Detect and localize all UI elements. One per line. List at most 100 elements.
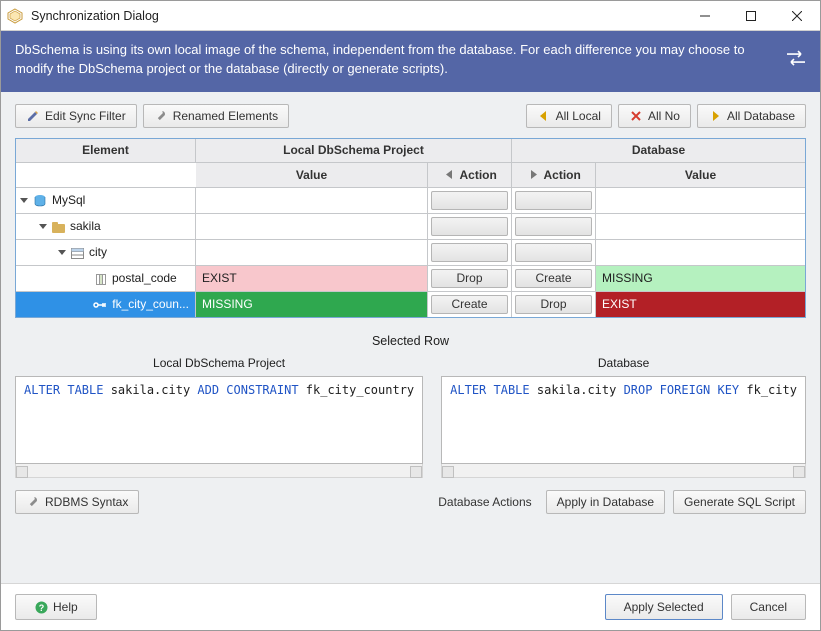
db-action-cell: Drop <box>512 291 596 317</box>
diff-grid: Element Local DbSchema Project Database … <box>15 138 806 318</box>
local-action-cell <box>428 239 512 265</box>
local-value-cell <box>196 187 428 213</box>
table-icon <box>71 245 84 259</box>
col-icon <box>96 271 107 285</box>
tree-label: city <box>89 245 107 259</box>
rdbms-syntax-button[interactable]: RDBMS Syntax <box>15 490 139 514</box>
generate-sql-script-button[interactable]: Generate SQL Script <box>673 490 806 514</box>
renamed-elements-button[interactable]: Renamed Elements <box>143 104 289 128</box>
create-local-button[interactable]: Create <box>431 295 508 314</box>
local-action-cell: Drop <box>428 265 512 291</box>
db-value-cell: EXIST <box>596 291 805 317</box>
chevron-right-icon <box>526 168 540 182</box>
db-icon <box>33 193 47 208</box>
pencil-icon <box>26 109 40 123</box>
create-db-button[interactable]: Create <box>515 269 592 288</box>
drop-local-button[interactable]: Drop <box>431 269 508 288</box>
tree-cell[interactable]: MySql <box>16 187 196 213</box>
local-sql-box[interactable]: ALTER TABLE sakila.city ADD CONSTRAINT f… <box>15 376 423 464</box>
col-db-action[interactable]: Action <box>512 163 596 187</box>
db-action-cell <box>512 213 596 239</box>
db-value-cell <box>596 239 805 265</box>
apply-in-database-button[interactable]: Apply in Database <box>546 490 665 514</box>
info-banner: DbSchema is using its own local image of… <box>1 31 820 92</box>
db-actions-label: Database Actions <box>438 495 531 509</box>
col-database[interactable]: Database <box>512 139 805 163</box>
help-button[interactable]: ? Help <box>15 594 97 620</box>
svg-text:?: ? <box>38 603 44 613</box>
tree-label: postal_code <box>112 271 177 285</box>
tree-cell[interactable]: sakila <box>16 213 196 239</box>
db-value-cell: MISSING <box>596 265 805 291</box>
window-title: Synchronization Dialog <box>29 9 682 23</box>
expand-icon[interactable] <box>20 198 28 203</box>
edit-sync-filter-button[interactable]: Edit Sync Filter <box>15 104 137 128</box>
db-sql-header: Database <box>441 356 806 370</box>
scrollbar-horizontal[interactable] <box>15 464 423 478</box>
local-action-cell: Create <box>428 291 512 317</box>
table-row[interactable]: MySql <box>16 187 805 213</box>
action-button[interactable] <box>431 243 508 262</box>
col-local-action[interactable]: Action <box>428 163 512 187</box>
col-local-value[interactable]: Value <box>196 163 428 187</box>
action-button[interactable] <box>515 191 592 210</box>
table-row[interactable]: postal_code EXISTDrop CreateMISSING <box>16 265 805 291</box>
expand-icon[interactable] <box>39 224 47 229</box>
swap-icon[interactable] <box>786 50 806 72</box>
local-action-cell <box>428 213 512 239</box>
db-action-cell <box>512 187 596 213</box>
all-local-button[interactable]: All Local <box>526 104 612 128</box>
tree-cell[interactable]: fk_city_coun... <box>16 291 196 317</box>
action-button[interactable] <box>431 217 508 236</box>
all-database-button[interactable]: All Database <box>697 104 806 128</box>
tree-cell[interactable]: postal_code <box>16 265 196 291</box>
drop-db-button[interactable]: Drop <box>515 295 592 314</box>
tree-label: MySql <box>52 193 85 207</box>
local-value-cell: EXIST <box>196 265 428 291</box>
tree-cell[interactable]: city <box>16 239 196 265</box>
local-action-cell <box>428 187 512 213</box>
titlebar: Synchronization Dialog <box>1 1 820 31</box>
grid-header: Element Local DbSchema Project Database … <box>16 139 805 187</box>
col-local-project[interactable]: Local DbSchema Project <box>196 139 512 163</box>
wrench-icon <box>26 495 40 509</box>
all-no-button[interactable]: All No <box>618 104 691 128</box>
app-icon <box>1 8 29 24</box>
table-row[interactable]: city <box>16 239 805 265</box>
db-sql-box[interactable]: ALTER TABLE sakila.city DROP FOREIGN KEY… <box>441 376 806 464</box>
content-area: Edit Sync Filter Renamed Elements All Lo… <box>1 92 820 583</box>
db-value-cell <box>596 187 805 213</box>
action-button[interactable] <box>515 243 592 262</box>
expand-icon[interactable] <box>58 250 66 255</box>
table-row[interactable]: sakila <box>16 213 805 239</box>
table-row[interactable]: fk_city_coun...MISSINGCreateDropEXIST <box>16 291 805 317</box>
minimize-button[interactable] <box>682 1 728 31</box>
local-value-cell <box>196 213 428 239</box>
db-value-cell <box>596 213 805 239</box>
db-action-cell <box>512 239 596 265</box>
chevron-right-icon <box>708 109 722 123</box>
info-banner-text: DbSchema is using its own local image of… <box>15 42 745 76</box>
tree-label: sakila <box>70 219 101 233</box>
scrollbar-horizontal[interactable] <box>441 464 806 478</box>
cancel-button[interactable]: Cancel <box>731 594 806 620</box>
local-sql-column: Local DbSchema Project ALTER TABLE sakil… <box>15 356 423 478</box>
db-sql-column: Database ALTER TABLE sakila.city DROP FO… <box>441 356 806 478</box>
selected-row-title: Selected Row <box>15 334 806 348</box>
schema-icon <box>52 219 65 233</box>
grid-body: MySqlsakilacitypostal_codeEXISTDropCreat… <box>16 187 805 317</box>
fk-icon <box>93 297 107 311</box>
help-icon: ? <box>34 600 48 614</box>
apply-selected-button[interactable]: Apply Selected <box>605 594 723 620</box>
local-value-cell <box>196 239 428 265</box>
col-element[interactable]: Element <box>16 139 196 163</box>
top-toolbar: Edit Sync Filter Renamed Elements All Lo… <box>15 104 806 128</box>
close-button[interactable] <box>774 1 820 31</box>
chevron-left-icon <box>537 109 551 123</box>
maximize-button[interactable] <box>728 1 774 31</box>
x-icon <box>629 109 643 123</box>
action-button[interactable] <box>515 217 592 236</box>
col-db-value[interactable]: Value <box>596 163 805 187</box>
action-button[interactable] <box>431 191 508 210</box>
wrench-icon <box>154 109 168 123</box>
